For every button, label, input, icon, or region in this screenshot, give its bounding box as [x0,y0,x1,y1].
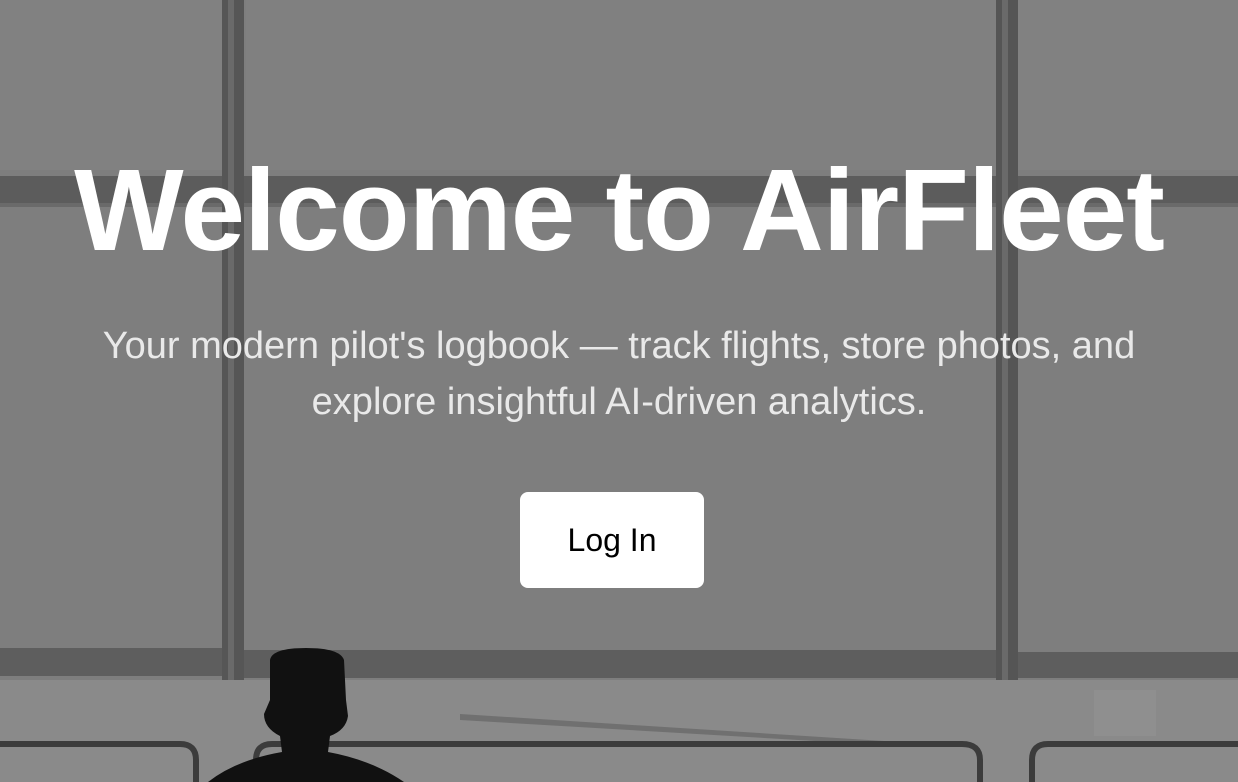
hero-section: Welcome to AirFleet Your modern pilot's … [0,0,1238,782]
login-button[interactable]: Log In [520,492,704,588]
hero-subtitle: Your modern pilot's logbook — track flig… [102,325,1136,423]
page-title: Welcome to AirFleet [74,145,1165,275]
hero-content: Welcome to AirFleet Your modern pilot's … [0,0,1238,782]
